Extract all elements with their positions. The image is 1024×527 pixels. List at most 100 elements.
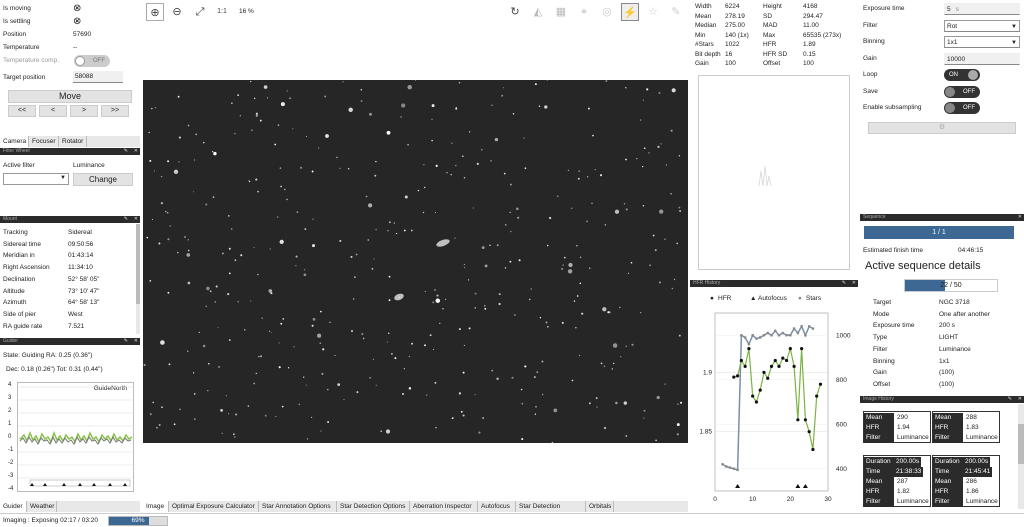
star	[460, 410, 463, 413]
image-history-value: 21:45:41	[963, 467, 993, 477]
tab-image-1[interactable]: Optimal Exposure Calculator	[169, 501, 259, 512]
image-history-card[interactable]: Mean 290 HFR 1.94 Filter Luminance	[863, 411, 931, 443]
star	[255, 114, 258, 117]
unit-label: s	[955, 6, 959, 13]
star	[611, 368, 613, 370]
close-icon[interactable]: ✕	[1018, 396, 1022, 403]
hfr-point	[766, 376, 770, 380]
star-icon[interactable]: ☆	[644, 3, 662, 21]
hfr-point	[769, 364, 774, 368]
tab-image-5[interactable]: Autofocus	[478, 501, 516, 512]
close-icon[interactable]: ✕	[134, 216, 138, 223]
image-history-card[interactable]: Duration 200.00s Time 21:38:33 Mean 287 HFR 1.8…	[863, 455, 931, 507]
star	[402, 393, 404, 395]
image-history-card[interactable]: Mean 288 HFR 1.83 Filter Luminance	[932, 411, 1000, 443]
star	[455, 164, 457, 167]
pin-icon[interactable]: ✎	[124, 216, 128, 223]
star	[173, 169, 179, 174]
pin-icon[interactable]: ✎	[124, 338, 128, 345]
guider-state: State: Guiding RA: 0.25 (0.36")	[3, 352, 93, 359]
target-position-input[interactable]: 58088	[73, 71, 123, 83]
tab-image-2[interactable]: Star Annotation Options	[259, 501, 337, 512]
tab-image-4[interactable]: Aberration Inspector	[410, 501, 478, 512]
crosshair-icon[interactable]: ⌖	[575, 3, 593, 21]
stat-value: 65535 (273x)	[803, 31, 842, 39]
filter-select[interactable]: Rot ▼	[944, 19, 1020, 32]
star	[165, 210, 167, 213]
tab-weather[interactable]: Weather	[27, 501, 57, 512]
fit-screen-icon[interactable]: ⤢	[191, 3, 209, 21]
tab-camera[interactable]: Camera	[0, 136, 29, 147]
star	[305, 384, 307, 386]
star	[274, 143, 277, 146]
toggle-save[interactable]: OFF	[944, 85, 980, 98]
guider-title: Guider	[3, 338, 19, 344]
stars-point	[747, 342, 751, 346]
pin-icon[interactable]: ✎	[842, 280, 846, 287]
tab-image-7[interactable]: Orbitals	[586, 501, 614, 512]
pin-icon[interactable]: ✎	[1008, 396, 1012, 403]
tab-image-3[interactable]: Star Detection Options	[337, 501, 410, 512]
tab-image-6[interactable]: Star Detection Results	[516, 501, 586, 521]
focuser-step-button[interactable]: <<	[8, 105, 36, 117]
pen-icon[interactable]: ✎	[667, 3, 685, 21]
star	[538, 105, 541, 107]
star	[149, 159, 152, 162]
zoom-one-to-one-button[interactable]: 1:1	[213, 3, 231, 21]
focuser-step-button[interactable]: >	[70, 105, 98, 117]
stat-label: Median	[695, 22, 717, 29]
zoom-in-icon[interactable]: ⊕	[146, 3, 164, 21]
focuser-row: Is moving ⊗	[3, 3, 137, 14]
close-icon[interactable]: ✕	[852, 280, 856, 287]
binning-select[interactable]: 1x1 ▼	[944, 36, 1020, 48]
star	[391, 353, 393, 355]
toggle-loop[interactable]: ON	[944, 69, 980, 81]
capture-button[interactable]: ⚙	[868, 122, 1016, 134]
focuser-step-button[interactable]: >>	[101, 105, 129, 117]
temp-comp-toggle[interactable]: OFF	[74, 55, 110, 67]
star	[186, 253, 191, 257]
star	[591, 202, 593, 205]
image-history-card[interactable]: Duration 200.00s Time 21:45:41 Mean 286 HFR 1.8…	[932, 455, 1000, 507]
star	[426, 394, 428, 396]
filter-select[interactable]: ▼	[3, 173, 69, 185]
tab-rotator[interactable]: Rotator	[59, 136, 87, 147]
exposure-time-input[interactable]: 5s	[944, 3, 1020, 15]
pin-icon[interactable]: ✎	[124, 148, 128, 155]
change-filter-button[interactable]: Change	[73, 173, 133, 186]
star	[213, 151, 217, 156]
rotate-icon[interactable]: ↻	[506, 3, 524, 21]
sky-image[interactable]	[143, 80, 688, 443]
star	[187, 350, 189, 352]
star	[215, 285, 218, 288]
tab-guider[interactable]: Guider	[0, 501, 27, 512]
flip-icon[interactable]: ◭	[529, 3, 547, 21]
target-icon[interactable]: ◎	[598, 3, 616, 21]
toggle-enable-subsampling[interactable]: OFF	[944, 102, 980, 114]
tab-image-0[interactable]: Image	[143, 501, 169, 512]
stat-label: HFR SD	[763, 50, 788, 58]
focuser-step-button[interactable]: <	[39, 105, 67, 117]
gain-input[interactable]: 10000	[944, 52, 1020, 65]
grid-icon[interactable]: ▦	[552, 3, 570, 21]
star	[278, 366, 281, 369]
close-icon[interactable]: ✕	[134, 148, 138, 155]
close-icon[interactable]: ✕	[1018, 214, 1022, 221]
zoom-out-icon[interactable]: ⊖	[168, 3, 186, 21]
mount-value: West	[68, 310, 83, 318]
stat-label: #Stars	[695, 41, 714, 48]
scrollbar[interactable]	[1018, 404, 1024, 509]
move-button[interactable]: Move	[8, 90, 132, 103]
star	[367, 239, 370, 241]
stat-value: 1022	[725, 41, 740, 48]
star	[264, 414, 267, 417]
star	[250, 80, 252, 83]
camera-setting-value: 1x1	[947, 39, 958, 46]
camera-setting-label: Filter	[863, 21, 878, 29]
image-history-value: Luminance	[897, 434, 929, 441]
magic-wand-icon[interactable]: ⚡	[621, 3, 639, 21]
close-icon[interactable]: ✕	[134, 338, 138, 345]
scrollbar[interactable]	[136, 224, 140, 334]
star	[514, 314, 516, 316]
tab-focuser[interactable]: Focuser	[29, 136, 59, 147]
